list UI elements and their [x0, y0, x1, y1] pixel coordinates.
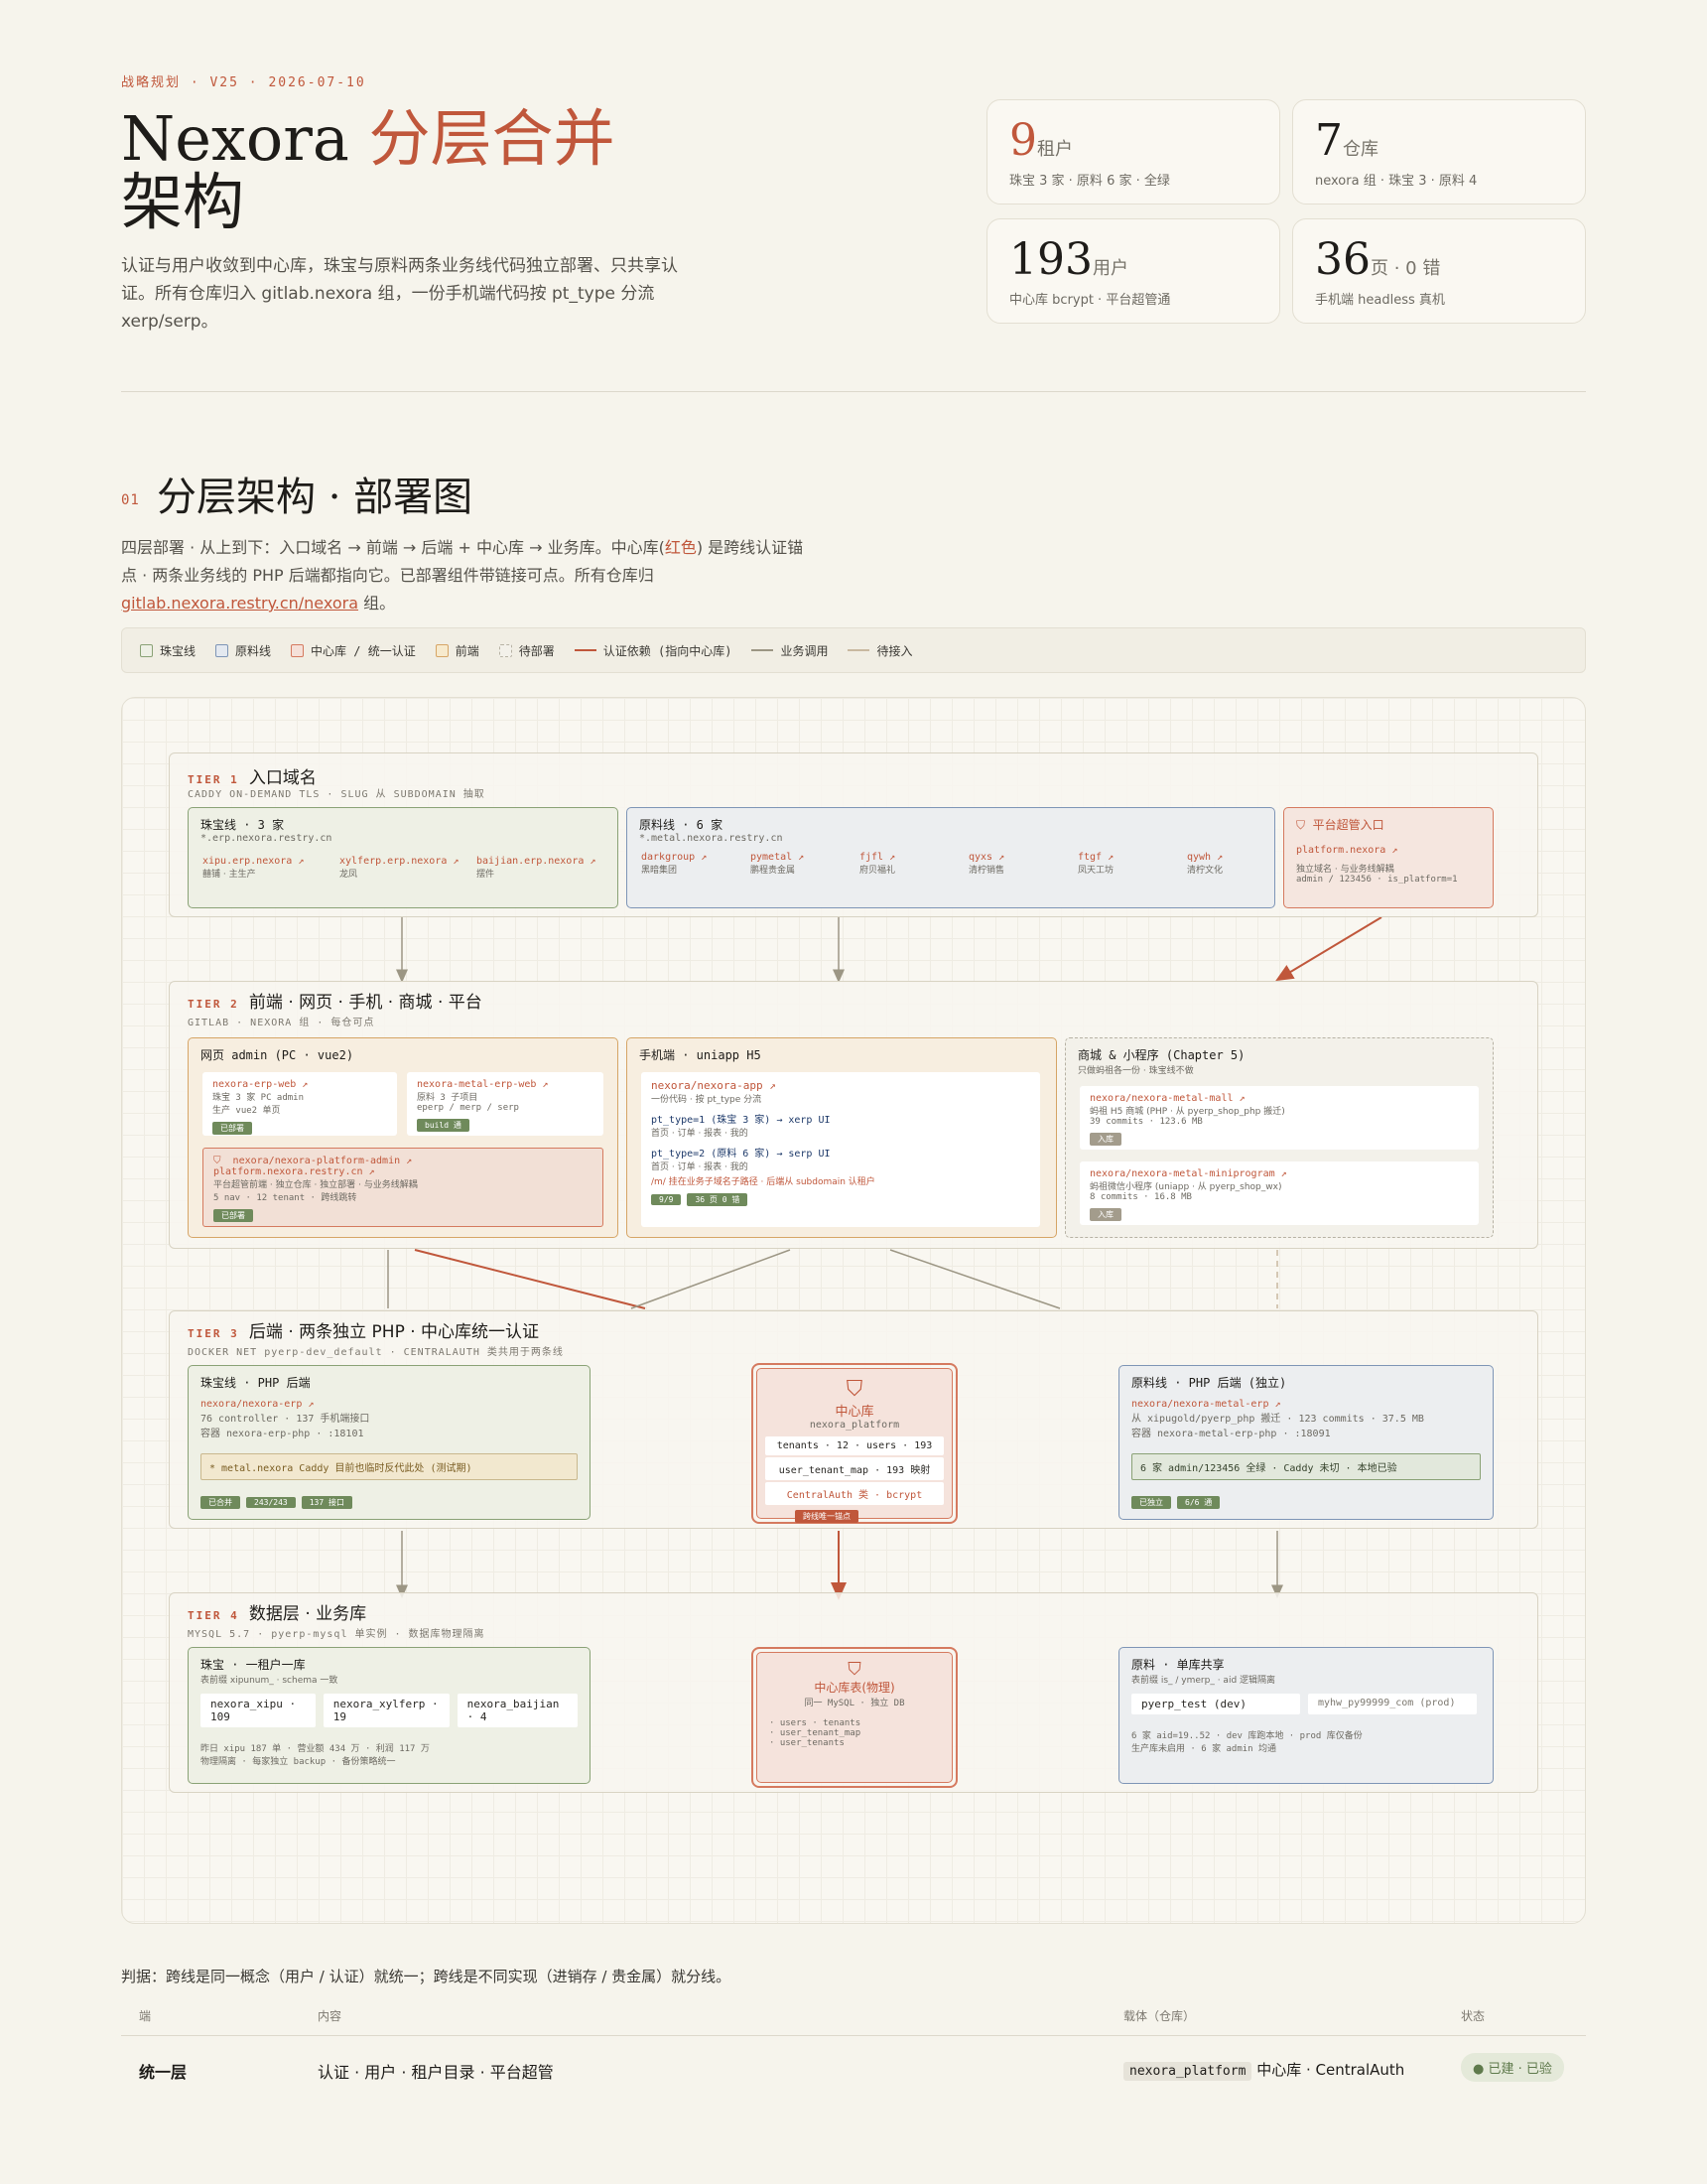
repo-link[interactable]: nexora/nexora-metal-erp ↗ — [1131, 1399, 1481, 1410]
repo-link[interactable]: nexora-erp-web ↗ — [212, 1079, 387, 1090]
table-header: 载体（仓库） — [1123, 2009, 1196, 2023]
edge-mobile-to-metal — [889, 1249, 1061, 1309]
status-badge: 36 页 0 错 — [687, 1193, 748, 1206]
status-badge: 入库 — [1090, 1133, 1121, 1146]
tier-subtitle: CADDY ON-DEMAND TLS · SLUG 从 SUBDOMAIN 抽… — [188, 789, 485, 800]
platform-entry: ⛉ 平台超管入口 platform.nexora ↗ 独立域名 · 与业务线解耦… — [1283, 807, 1494, 908]
db-pill: pyerp_test (dev) — [1131, 1694, 1300, 1714]
table-divider — [121, 2035, 1586, 2036]
metal-database: 原料 · 单库共享 表前缀 is_ / ymerp_ · aid 逻辑隔离 py… — [1118, 1647, 1494, 1784]
status-badge: 已部署 — [213, 1209, 253, 1222]
status-badge: 137 接口 — [301, 1496, 352, 1509]
table-cell: 认证 · 用户 · 租户目录 · 平台超管 — [318, 2063, 554, 2082]
tier-name: 后端 · 两条独立 PHP · 中心库统一认证 — [248, 1322, 540, 1342]
platform-admin-card: ⛉ nexora/nexora-platform-admin ↗ platfor… — [202, 1148, 603, 1227]
repo-card: nexora/nexora-metal-mall ↗ 蚂祖 H5 商城 (PHP… — [1080, 1086, 1479, 1150]
repo-link[interactable]: nexora/nexora-metal-mall ↗ — [1090, 1093, 1469, 1104]
status-badge: 243/243 — [246, 1497, 296, 1508]
tier-label: TIER 2 — [188, 998, 239, 1011]
shield-icon: ⛉ — [848, 1659, 861, 1680]
db-pill: myhw_py99999_com (prod) — [1308, 1694, 1477, 1714]
db-pill: nexora_xylferp · 19 — [323, 1694, 450, 1727]
status-badge: 入库 — [1090, 1208, 1121, 1221]
tier-1-entry-domains: TIER 1 入口域名 CADDY ON-DEMAND TLS · SLUG 从… — [169, 752, 1538, 917]
web-admin-group: 网页 admin (PC · vue2) nexora-erp-web ↗ 珠宝… — [188, 1037, 618, 1238]
shield-icon: ⛉ — [846, 1377, 863, 1402]
repo-link[interactable]: nexora/nexora-metal-miniprogram ↗ — [1090, 1168, 1469, 1179]
mall-group-pending: 商城 & 小程序 (Chapter 5) 只做蚂祖各一份 · 珠宝线不做 nex… — [1065, 1037, 1494, 1238]
status-badge: ● 已建 · 已验 — [1461, 2053, 1564, 2082]
status-badge: 已部署 — [212, 1122, 252, 1135]
domain-link[interactable]: baijian.erp.nexora ↗ — [476, 856, 595, 867]
repo-link[interactable]: nexora/nexora-platform-admin ↗ — [233, 1156, 413, 1166]
table-header: 状态 — [1461, 2009, 1486, 2023]
shield-icon: ⛉ — [1296, 818, 1306, 832]
repo-card: nexora-erp-web ↗ 珠宝 3 家 PC admin 生产 vue2 … — [202, 1072, 397, 1136]
db-pill: nexora_baijian · 4 — [457, 1694, 578, 1727]
repo-card: nexora/nexora-metal-miniprogram ↗ 蚂祖微信小程… — [1080, 1161, 1479, 1225]
shield-icon: ⛉ — [213, 1156, 221, 1166]
jewel-domains: 珠宝线 · 3 家 *.erp.nexora.restry.cn xipu.er… — [188, 807, 618, 908]
status-badge: 9/9 — [651, 1194, 682, 1205]
repo-link[interactable]: nexora-metal-erp-web ↗ — [417, 1079, 593, 1090]
domain-link[interactable]: qyxs ↗ — [969, 852, 1004, 863]
repo-card: nexora-metal-erp-web ↗ 原料 3 子项目 eperp / m… — [407, 1072, 603, 1136]
domain-link[interactable]: darkgroup ↗ — [641, 852, 707, 863]
tier-4-data: TIER 4 数据层 · 业务库 MYSQL 5.7 · pyerp-mysql… — [169, 1592, 1538, 1793]
metal-domains: 原料线 · 6 家 *.metal.nexora.restry.cn darkg… — [626, 807, 1275, 908]
status-badge: 已合并 — [200, 1496, 240, 1509]
jewel-backend: 珠宝线 · PHP 后端 nexora/nexora-erp ↗ 76 cont… — [188, 1365, 591, 1520]
table-header: 端 — [139, 2009, 152, 2023]
tier-2-frontend: TIER 2 前端 · 网页 · 手机 · 商城 · 平台 GITLAB · N… — [169, 981, 1538, 1249]
repo-link[interactable]: nexora/nexora-erp ↗ — [200, 1399, 578, 1410]
edge-platform-admin-to-auth — [414, 1249, 646, 1309]
status-badge: 已独立 — [1131, 1496, 1171, 1509]
table-header: 内容 — [318, 2009, 342, 2023]
table-cell: nexora_platform 中心库 · CentralAuth — [1123, 2059, 1404, 2081]
jewel-databases: 珠宝 · 一租户一库 表前缀 xipunum_ · schema 一致 nexo… — [188, 1647, 591, 1784]
judgement-note: 判据：跨线是同一概念（用户 / 认证）就统一；跨线是不同实现（进销存 / 贵金属… — [121, 1968, 731, 1985]
platform-url-link[interactable]: platform.nexora.restry.cn ↗ — [213, 1166, 592, 1177]
tier-subtitle: DOCKER NET pyerp-dev_default · CENTRALAU… — [188, 1347, 564, 1358]
domain-link[interactable]: xylferp.erp.nexora ↗ — [339, 856, 459, 867]
edge-mobile-to-jewel — [630, 1249, 791, 1309]
tier-name: 前端 · 网页 · 手机 · 商城 · 平台 — [248, 993, 482, 1013]
central-auth-db: ⛉ 中心库 nexora_platform tenants · 12 · use… — [751, 1363, 958, 1524]
status-badge: 6/6 通 — [1177, 1496, 1221, 1509]
metal-backend: 原料线 · PHP 后端 (独立) nexora/nexora-metal-er… — [1118, 1365, 1494, 1520]
mobile-repo-card: nexora/nexora-app ↗ 一份代码 · 按 pt_type 分流 … — [641, 1072, 1040, 1227]
domain-link[interactable]: fjfl ↗ — [859, 852, 895, 863]
note-box: * metal.nexora Caddy 目前也临时反代此处 (测试期) — [200, 1453, 578, 1480]
tier-subtitle: MYSQL 5.7 · pyerp-mysql 单实例 · 数据库物理隔离 — [188, 1629, 485, 1640]
anchor-badge: 跨线唯一锚点 — [795, 1510, 858, 1523]
tier-label: TIER 3 — [188, 1327, 239, 1340]
mobile-group: 手机端 · uniapp H5 nexora/nexora-app ↗ 一份代码… — [626, 1037, 1057, 1238]
platform-link[interactable]: platform.nexora ↗ — [1296, 845, 1481, 856]
status-badge: build 通 — [417, 1119, 469, 1132]
domain-link[interactable]: xipu.erp.nexora ↗ — [202, 856, 304, 867]
edge-platform-to-frontend — [1275, 916, 1382, 982]
repo-link[interactable]: nexora/nexora-app ↗ — [651, 1079, 1030, 1092]
tier-name: 数据层 · 业务库 — [248, 1604, 367, 1624]
domain-link[interactable]: ftgf ↗ — [1078, 852, 1114, 863]
domain-link[interactable]: pymetal ↗ — [750, 852, 804, 863]
central-db-tables: ⛉ 中心库表(物理) 同一 MySQL · 独立 DB · users · te… — [751, 1647, 958, 1788]
tier-subtitle: GITLAB · NEXORA 组 · 每仓可点 — [188, 1018, 375, 1028]
tier-label: TIER 4 — [188, 1609, 239, 1622]
table-cell: 统一层 — [139, 2063, 188, 2082]
domain-link[interactable]: qywh ↗ — [1187, 852, 1223, 863]
note-box: 6 家 admin/123456 全绿 · Caddy 未切 · 本地已验 — [1131, 1453, 1481, 1480]
db-pill: nexora_xipu · 109 — [200, 1694, 316, 1727]
tier-3-backend: TIER 3 后端 · 两条独立 PHP · 中心库统一认证 DOCKER NE… — [169, 1310, 1538, 1529]
